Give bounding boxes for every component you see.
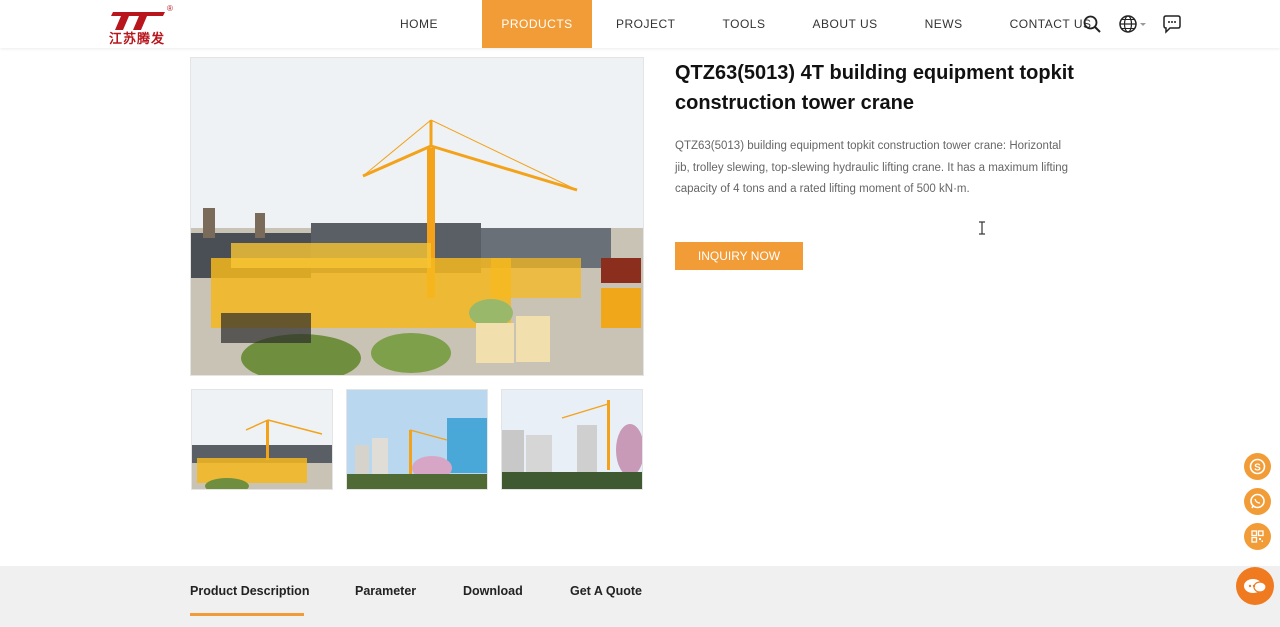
nav-contact-us[interactable]: CONTACT US	[1010, 0, 1092, 48]
skype-button[interactable]: S	[1244, 453, 1271, 480]
globe-icon[interactable]	[1118, 14, 1148, 34]
nav-home[interactable]: HOME	[400, 0, 438, 48]
thumbnail-building-photo	[502, 390, 642, 489]
active-tab-indicator	[190, 613, 304, 616]
thumbnail-yard-photo	[192, 390, 332, 489]
nav-products[interactable]: PRODUCTS	[482, 0, 592, 48]
crane-yard-photo	[191, 58, 643, 375]
logo-text: 江苏腾发	[109, 32, 166, 47]
main-product-image[interactable]	[190, 57, 644, 376]
inquiry-now-button[interactable]: INQUIRY NOW	[675, 242, 803, 270]
site-header: ® 江苏腾发 HOME PRODUCTS PROJECT TOOLS ABOUT…	[0, 0, 1280, 48]
thumbnail-3[interactable]	[501, 389, 643, 490]
product-title: QTZ63(5013) 4T building equipment topkit…	[675, 62, 1074, 114]
whatsapp-button[interactable]	[1244, 488, 1271, 515]
svg-text:S: S	[1254, 463, 1261, 474]
registered-mark: ®	[167, 4, 173, 13]
logo[interactable]: ® 江苏腾发	[105, 4, 177, 47]
product-description: QTZ63(5013) building equipment topkit co…	[675, 140, 1069, 195]
tab-product-description[interactable]: Product Description	[190, 566, 309, 616]
online-chat-icon	[1244, 579, 1267, 593]
main-nav: HOME PRODUCTS PROJECT TOOLS ABOUT US NEW…	[380, 0, 1092, 48]
nav-news[interactable]: NEWS	[925, 0, 963, 48]
tab-get-a-quote[interactable]: Get A Quote	[570, 566, 642, 616]
qr-code-icon	[1251, 530, 1264, 543]
online-chat-button[interactable]	[1236, 567, 1274, 605]
thumbnail-1[interactable]	[191, 389, 333, 490]
product-tabs-bar: Product Description Parameter Download G…	[0, 566, 1280, 627]
nav-about-us[interactable]: ABOUT US	[812, 0, 877, 48]
search-icon[interactable]	[1082, 14, 1102, 34]
nav-tools[interactable]: TOOLS	[723, 0, 766, 48]
tab-parameter[interactable]: Parameter	[355, 566, 416, 616]
nav-project[interactable]: PROJECT	[616, 0, 676, 48]
chat-icon[interactable]	[1161, 14, 1183, 34]
text-cursor-icon	[979, 221, 985, 235]
qr-code-button[interactable]	[1244, 523, 1271, 550]
skype-icon: S	[1249, 458, 1266, 475]
thumbnail-park-photo	[347, 390, 487, 489]
thumbnail-2[interactable]	[346, 389, 488, 490]
tab-download[interactable]: Download	[463, 566, 523, 616]
whatsapp-icon	[1250, 493, 1265, 509]
